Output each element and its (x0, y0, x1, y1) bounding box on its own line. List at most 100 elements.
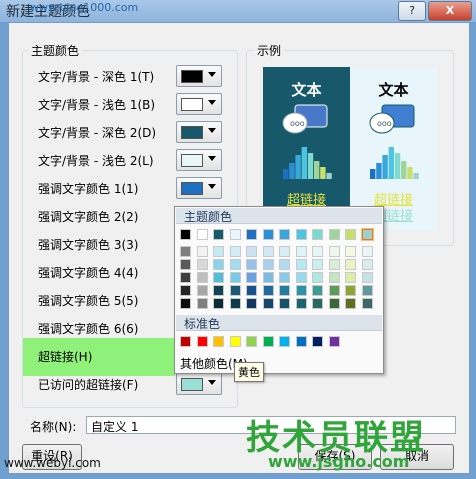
theme-shade-cell[interactable] (229, 246, 241, 257)
standard-color-cell[interactable] (328, 336, 340, 347)
close-button[interactable]: X (428, 1, 472, 21)
theme-shade-cell[interactable] (328, 272, 340, 283)
theme-shade-cell[interactable] (229, 259, 241, 270)
theme-color-cell[interactable] (279, 229, 290, 240)
theme-shade-cell[interactable] (180, 259, 191, 270)
theme-shade-cell[interactable] (262, 272, 274, 283)
color-dropdown-button[interactable] (176, 373, 222, 395)
color-dropdown-button[interactable] (176, 177, 222, 199)
theme-shade-cell[interactable] (312, 298, 323, 309)
help-button[interactable]: ? (398, 1, 426, 21)
theme-shade-cell[interactable] (180, 285, 191, 296)
theme-shade-cell[interactable] (213, 272, 224, 283)
theme-shade-cell[interactable] (196, 285, 208, 296)
theme-color-cell[interactable] (180, 229, 191, 240)
theme-shade-cell[interactable] (361, 246, 373, 257)
standard-color-cell[interactable] (312, 336, 323, 347)
theme-shade-cell[interactable] (229, 272, 241, 283)
theme-shade-cell[interactable] (328, 259, 340, 270)
theme-shade-cell[interactable] (196, 272, 208, 283)
color-dropdown-button[interactable] (176, 93, 222, 115)
theme-shade-cell[interactable] (361, 285, 373, 296)
theme-shade-cell[interactable] (262, 246, 274, 257)
theme-shade-cell[interactable] (196, 298, 208, 309)
theme-shade-cell[interactable] (345, 259, 356, 270)
standard-color-cell[interactable] (295, 336, 307, 347)
theme-shade-cell[interactable] (213, 259, 224, 270)
standard-color-cell[interactable] (229, 336, 241, 347)
theme-shade-cell[interactable] (196, 259, 208, 270)
sample-bar (320, 167, 326, 179)
theme-shade-cell[interactable] (279, 298, 290, 309)
theme-color-cell[interactable] (312, 229, 323, 240)
theme-shade-cell[interactable] (180, 272, 191, 283)
theme-shade-cell[interactable] (328, 285, 340, 296)
theme-shade-cell[interactable] (361, 259, 373, 270)
sample-bar (301, 147, 307, 179)
theme-row-label: 强调文字颜色 2(2) (38, 210, 139, 224)
theme-shade-cell[interactable] (246, 246, 257, 257)
theme-color-cell[interactable] (246, 229, 257, 240)
theme-shade-cell[interactable] (246, 259, 257, 270)
theme-color-cell[interactable] (295, 229, 307, 240)
theme-shade-cell[interactable] (279, 285, 290, 296)
theme-color-cell[interactable] (345, 229, 356, 240)
standard-color-cell[interactable] (262, 336, 274, 347)
theme-shade-cell[interactable] (213, 246, 224, 257)
theme-shade-cell[interactable] (295, 285, 307, 296)
theme-shade-cell[interactable] (295, 246, 307, 257)
theme-shade-cell[interactable] (328, 298, 340, 309)
theme-shade-cell[interactable] (312, 259, 323, 270)
theme-shade-cell[interactable] (246, 298, 257, 309)
theme-shade-cell[interactable] (345, 285, 356, 296)
theme-shade-cell[interactable] (361, 298, 373, 309)
theme-shade-cell[interactable] (196, 246, 208, 257)
theme-row-label: 文字/背景 - 浅色 1(B) (38, 98, 156, 112)
theme-color-cell[interactable] (262, 229, 274, 240)
theme-shade-cell[interactable] (295, 298, 307, 309)
theme-shade-cell[interactable] (345, 246, 356, 257)
color-dropdown-button[interactable] (176, 149, 222, 171)
theme-shade-cell[interactable] (279, 246, 290, 257)
sample-bar (307, 153, 314, 179)
theme-shade-cell[interactable] (246, 272, 257, 283)
sample-bar (401, 161, 407, 179)
sample-bar (326, 173, 332, 179)
theme-shade-cell[interactable] (180, 246, 191, 257)
theme-shade-cell[interactable] (328, 246, 340, 257)
standard-color-cell[interactable] (180, 336, 191, 347)
theme-shade-cell[interactable] (312, 285, 323, 296)
theme-color-cell[interactable] (213, 229, 224, 240)
standard-color-cell[interactable] (196, 336, 208, 347)
color-dropdown-button[interactable] (176, 121, 222, 143)
theme-color-cell[interactable] (196, 229, 208, 240)
standard-color-cell[interactable] (213, 336, 224, 347)
standard-color-cell[interactable] (279, 336, 290, 347)
theme-shade-cell[interactable] (229, 298, 241, 309)
theme-shade-cell[interactable] (262, 259, 274, 270)
theme-shade-cell[interactable] (312, 246, 323, 257)
standard-color-cell[interactable] (246, 336, 257, 347)
theme-shade-cell[interactable] (361, 272, 373, 283)
chevron-down-icon (208, 72, 216, 77)
theme-shade-cell[interactable] (345, 272, 356, 283)
theme-shade-cell[interactable] (180, 298, 191, 309)
theme-shade-cell[interactable] (213, 285, 224, 296)
theme-shade-cell[interactable] (246, 285, 257, 296)
theme-color-cell[interactable] (360, 228, 374, 241)
sample-bar (289, 163, 295, 179)
theme-shade-cell[interactable] (213, 298, 224, 309)
theme-shade-cell[interactable] (262, 298, 274, 309)
theme-color-cell[interactable] (328, 229, 340, 240)
theme-shade-cell[interactable] (279, 259, 290, 270)
theme-color-cell[interactable] (229, 229, 241, 240)
sample-bar (295, 155, 301, 179)
color-dropdown-button[interactable] (176, 65, 222, 87)
theme-shade-cell[interactable] (295, 259, 307, 270)
theme-shade-cell[interactable] (312, 272, 323, 283)
theme-shade-cell[interactable] (262, 285, 274, 296)
theme-shade-cell[interactable] (279, 272, 290, 283)
theme-shade-cell[interactable] (295, 272, 307, 283)
theme-shade-cell[interactable] (229, 285, 241, 296)
theme-shade-cell[interactable] (345, 298, 356, 309)
